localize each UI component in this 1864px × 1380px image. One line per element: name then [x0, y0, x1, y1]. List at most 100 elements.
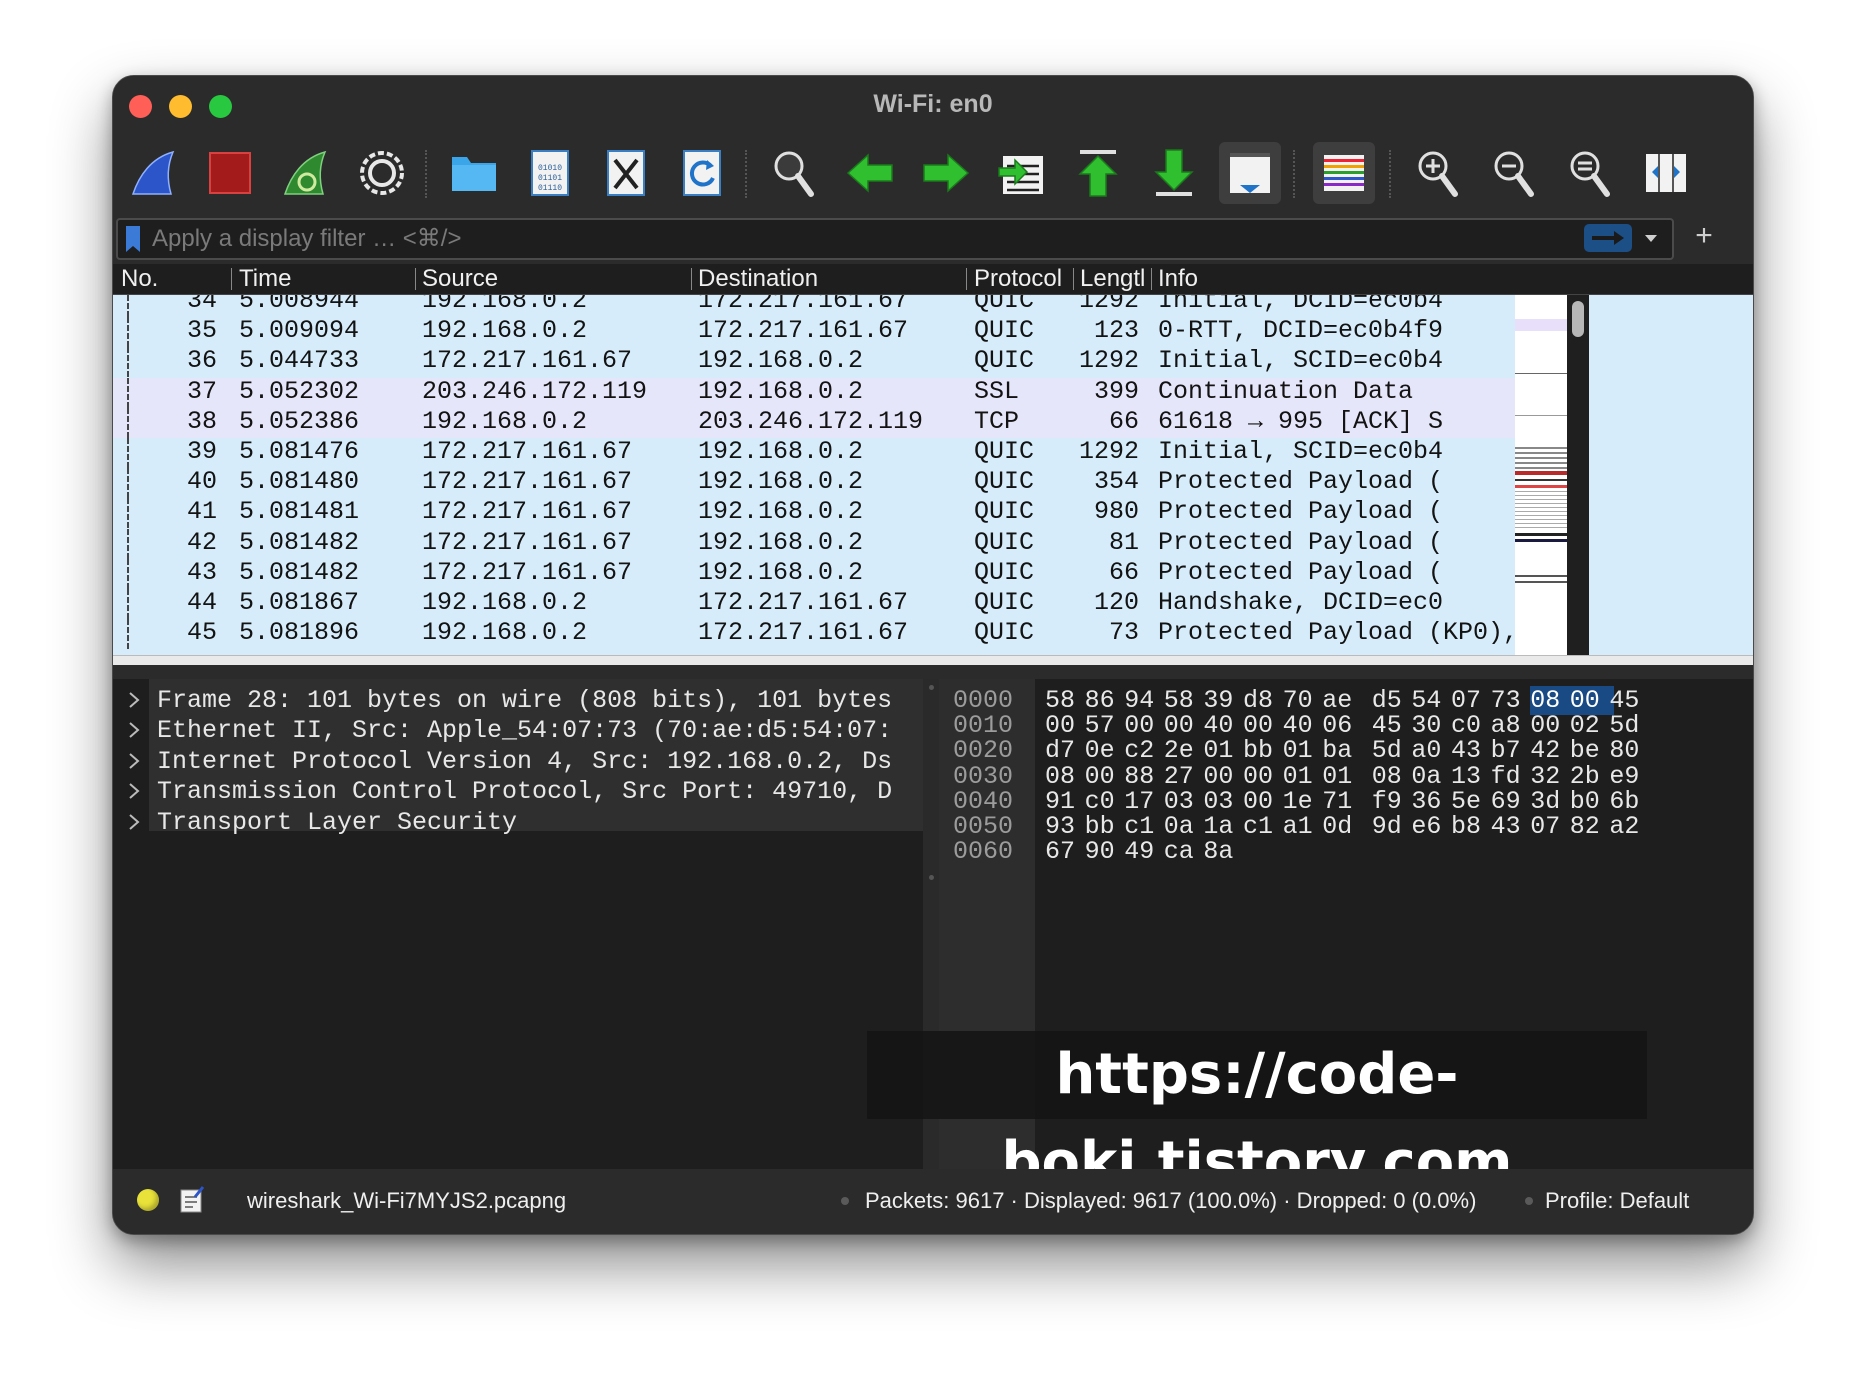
details-tree-label: Transmission Control Protocol, Src Port:…	[157, 777, 893, 807]
packet-minimap[interactable]	[1515, 295, 1567, 665]
chevron-right-icon[interactable]	[127, 780, 141, 802]
cell-destination: 172.217.161.67	[698, 588, 909, 617]
resize-columns-button[interactable]	[1635, 142, 1697, 204]
find-packet-button[interactable]	[763, 142, 825, 204]
cell-time: 5.081867	[239, 588, 360, 617]
cell-source: 172.217.161.67	[422, 437, 633, 466]
packet-details-pane[interactable]: Frame 28: 101 bytes on wire (808 bits), …	[113, 679, 923, 1169]
packet-row[interactable]: 34 5.008944 192.168.0.2 172.217.161.67 QUIC 1…	[113, 295, 1515, 317]
window-title: Wi-Fi: en0	[873, 90, 993, 118]
packet-row[interactable]: 35 5.009094 192.168.0.2 172.217.161.67 QUIC 1…	[113, 316, 1515, 348]
watermark-url: https://code-boki.tistory.com	[867, 1031, 1647, 1195]
hex-byte[interactable]: 0d	[1322, 812, 1366, 841]
column-header-info[interactable]: Info	[1158, 265, 1358, 293]
details-tree-item[interactable]: Ethernet II, Src: Apple_54:07:73 (70:ae:…	[113, 716, 923, 747]
chevron-right-icon[interactable]	[127, 750, 141, 772]
bytes-row[interactable]: 0060 67 90 49 ca 8a	[939, 837, 1753, 868]
packet-list[interactable]: 34 5.008944 192.168.0.2 172.217.161.67 QUIC 1…	[113, 295, 1753, 665]
details-tree-label: Frame 28: 101 bytes on wire (808 bits), …	[157, 686, 893, 715]
hex-byte[interactable]: 67	[1045, 837, 1089, 866]
shark-fin-icon	[131, 150, 175, 195]
open-file-button[interactable]	[443, 142, 505, 204]
packet-row[interactable]: 42 5.081482 172.217.161.67 192.168.0.2 QUIC 8…	[113, 528, 1515, 559]
restart-capture-button[interactable]	[275, 142, 337, 204]
capture-comment-icon[interactable]	[179, 1185, 205, 1213]
scrollbar-thumb[interactable]	[1572, 301, 1584, 337]
hex-byte[interactable]: e6	[1411, 812, 1455, 841]
cell-no: 35	[186, 316, 217, 346]
hex-byte[interactable]: 82	[1570, 812, 1614, 841]
hex-byte[interactable]: 07	[1530, 812, 1574, 841]
chevron-right-icon[interactable]	[127, 811, 141, 833]
profile-selector[interactable]: Profile: Default	[1545, 1188, 1689, 1214]
start-capture-button[interactable]	[123, 142, 185, 204]
capture-options-button[interactable]	[351, 142, 413, 204]
packet-row[interactable]: 38 5.052386 192.168.0.2 203.246.172.119 TCP 6…	[113, 406, 1515, 438]
display-filter-input[interactable]	[150, 222, 1304, 256]
gear-icon	[360, 151, 404, 195]
cell-destination: 192.168.0.2	[698, 346, 864, 376]
column-header-length[interactable]: Lengtl	[1080, 265, 1150, 293]
hex-byte[interactable]: 8a	[1203, 837, 1247, 866]
go-to-packet-button[interactable]	[991, 142, 1053, 204]
auto-scroll-button[interactable]	[1219, 142, 1281, 204]
chevron-right-icon[interactable]	[127, 719, 141, 741]
column-header-source[interactable]: Source	[422, 265, 682, 293]
hex-byte[interactable]: a1	[1283, 812, 1327, 841]
zoom-out-button[interactable]	[1483, 142, 1545, 204]
packet-row[interactable]: 45 5.081896 192.168.0.2 172.217.161.67 QUIC 7…	[113, 618, 1753, 650]
packet-row[interactable]: 43 5.081482 172.217.161.67 192.168.0.2 QUIC 6…	[113, 558, 1515, 589]
details-tree-label: Ethernet II, Src: Apple_54:07:73 (70:ae:…	[157, 716, 893, 746]
reload-file-button[interactable]	[671, 142, 733, 204]
display-filter-box	[116, 218, 1674, 260]
details-tree-item[interactable]: Transport Layer Security	[113, 808, 923, 839]
colorize-button[interactable]	[1313, 142, 1375, 204]
go-first-packet-button[interactable]	[1067, 142, 1129, 204]
column-header-time[interactable]: Time	[239, 265, 409, 293]
packet-row[interactable]: 41 5.081481 172.217.161.67 192.168.0.2 QUIC 9…	[113, 497, 1515, 529]
cell-no: 44	[186, 588, 217, 617]
go-back-button[interactable]	[839, 142, 901, 204]
hex-byte[interactable]: 9d	[1372, 812, 1416, 841]
stop-capture-button[interactable]	[199, 142, 261, 204]
packet-row[interactable]: 44 5.081867 192.168.0.2 172.217.161.67 QUIC 1…	[113, 588, 1515, 619]
column-header-no[interactable]: No.	[121, 265, 221, 293]
normal-size-button[interactable]	[1559, 142, 1621, 204]
hex-byte[interactable]: c1	[1243, 812, 1287, 841]
packet-row[interactable]: 36 5.044733 172.217.161.67 192.168.0.2 QUIC 1…	[113, 346, 1515, 378]
wireshark-window: Wi-Fi: en0 01010 01101 01110 Apply a dis…	[112, 75, 1754, 1235]
bookmark-icon[interactable]	[126, 226, 140, 252]
packet-row[interactable]: 40 5.081480 172.217.161.67 192.168.0.2 QUIC 3…	[113, 467, 1515, 499]
zoom-in-button[interactable]	[1407, 142, 1469, 204]
hex-byte[interactable]: 49	[1124, 837, 1168, 866]
hex-byte[interactable]: ca	[1164, 837, 1208, 866]
packet-row[interactable]: 39 5.081476 172.217.161.67 192.168.0.2 QUIC 1…	[113, 437, 1515, 468]
close-file-button[interactable]	[595, 142, 657, 204]
cell-length: 66	[1108, 406, 1139, 436]
expert-info-led-icon[interactable]	[137, 1189, 159, 1211]
hex-byte[interactable]: 43	[1491, 812, 1535, 841]
go-forward-button[interactable]	[915, 142, 977, 204]
details-tree-item[interactable]: Internet Protocol Version 4, Src: 192.16…	[113, 747, 923, 778]
hex-byte[interactable]: 90	[1085, 837, 1129, 866]
chevron-right-icon[interactable]	[127, 689, 141, 711]
packet-list-scrollbar[interactable]	[1567, 295, 1589, 665]
hex-byte[interactable]: b8	[1451, 812, 1495, 841]
packet-list-hscrollbar[interactable]	[113, 655, 1753, 665]
save-file-button[interactable]: 01010 01101 01110	[519, 142, 581, 204]
column-header-destination[interactable]: Destination	[698, 265, 958, 293]
pane-splitter[interactable]	[113, 665, 1753, 679]
packet-row[interactable]: 37 5.052302 203.246.172.119 192.168.0.2 SSL 3…	[113, 376, 1515, 408]
add-filter-button[interactable]: +	[1689, 218, 1719, 254]
cell-length: 73	[1108, 618, 1139, 648]
chevron-down-icon[interactable]	[1642, 228, 1660, 248]
hex-byte[interactable]: a2	[1609, 812, 1653, 841]
cell-time: 5.009094	[239, 316, 360, 346]
cell-length: 399	[1093, 376, 1139, 406]
details-tree-item[interactable]: Transmission Control Protocol, Src Port:…	[113, 777, 923, 808]
details-tree-item[interactable]: Frame 28: 101 bytes on wire (808 bits), …	[113, 686, 923, 717]
column-header-protocol[interactable]: Protocol	[974, 265, 1072, 293]
apply-filter-button[interactable]	[1584, 224, 1632, 252]
cell-no: 39	[186, 437, 217, 466]
go-last-packet-button[interactable]	[1143, 142, 1205, 204]
